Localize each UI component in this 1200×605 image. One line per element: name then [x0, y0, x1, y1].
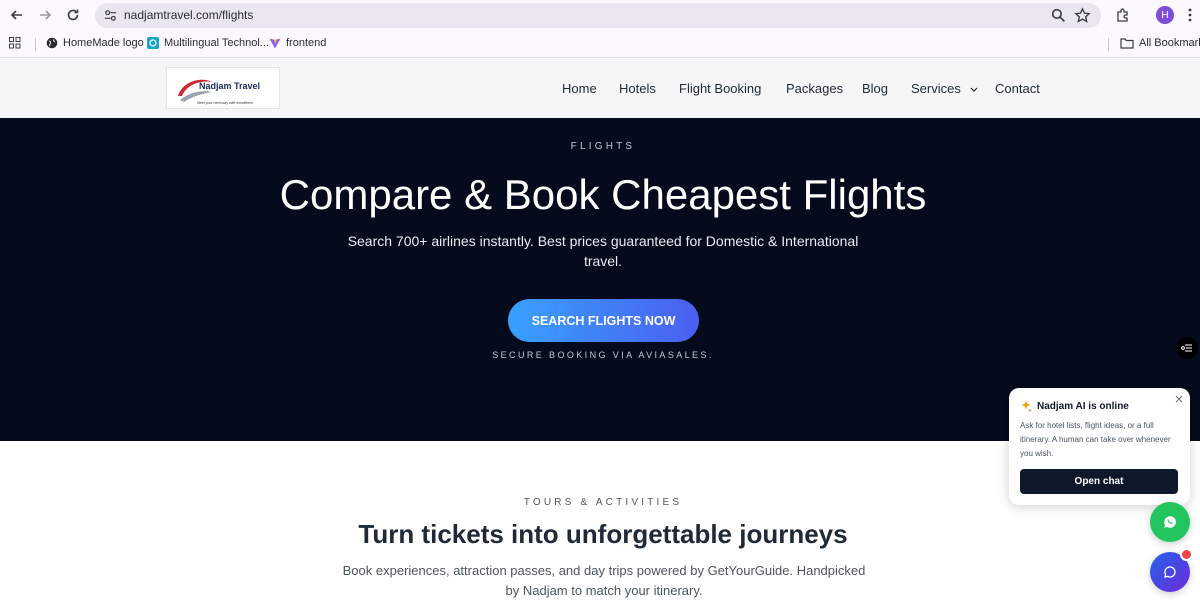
- open-chat-button[interactable]: Open chat: [1020, 469, 1178, 494]
- logo-text: Nadjam Travel: [199, 81, 261, 91]
- search-flights-button[interactable]: SEARCH FLIGHTS NOW: [508, 299, 699, 342]
- whatsapp-button[interactable]: [1150, 502, 1190, 542]
- extensions-button[interactable]: [1113, 5, 1133, 25]
- nav-home[interactable]: Home: [562, 81, 597, 96]
- apps-grid-icon: [9, 37, 21, 49]
- chat-title: Nadjam AI is online: [1037, 400, 1129, 412]
- hero-subtitle: Search 700+ airlines instantly. Best pri…: [347, 233, 859, 269]
- nav-flight-booking[interactable]: Flight Booking: [679, 81, 761, 96]
- bookmark-label: frontend: [286, 37, 327, 49]
- bookmark-homemade-logo[interactable]: HomeMade logo: [46, 37, 144, 49]
- bookmark-multilingual[interactable]: Multilingual Technol...: [147, 37, 269, 49]
- bookmarks-bar: HomeMade logo Multilingual Technol... fr…: [0, 30, 1200, 58]
- nav-contact[interactable]: Contact: [995, 81, 1040, 96]
- notification-badge: [1180, 548, 1193, 561]
- close-icon: [1175, 395, 1183, 403]
- forward-button[interactable]: [34, 4, 56, 26]
- nav-services-label: Services: [911, 81, 961, 96]
- arrow-right-icon: [40, 10, 52, 20]
- chat-header: Nadjam AI is online: [1020, 400, 1129, 412]
- site-logo[interactable]: Nadjam Travel Meet your necessity with e…: [166, 67, 280, 109]
- url-text[interactable]: nadjamtravel.com/flights: [124, 8, 253, 22]
- bookmark-separator: [1108, 38, 1109, 51]
- secure-booking-note: SECURE BOOKING VIA AVIASALES.: [492, 350, 714, 360]
- all-bookmarks-button[interactable]: All Bookmarks: [1120, 37, 1200, 49]
- profile-avatar[interactable]: H: [1156, 6, 1174, 24]
- chevron-down-icon: [971, 87, 978, 92]
- folder-icon: [1120, 38, 1134, 49]
- zoom-icon[interactable]: [1050, 7, 1067, 24]
- more-vertical-icon: [1188, 8, 1192, 22]
- bookmark-label: HomeMade logo: [63, 37, 144, 49]
- nav-hotels[interactable]: Hotels: [619, 81, 656, 96]
- logo-tagline: Meet your necessity with excellence: [197, 101, 253, 105]
- chat-popup: Nadjam AI is online Ask for hotel lists,…: [1009, 388, 1190, 505]
- back-button[interactable]: [6, 4, 28, 26]
- bookmark-frontend[interactable]: frontend: [269, 37, 326, 49]
- nav-packages[interactable]: Packages: [786, 81, 843, 96]
- globe-icon: [46, 37, 58, 49]
- bookmark-separator: [35, 38, 36, 51]
- chat-body: Ask for hotel lists, flight ideas, or a …: [1020, 421, 1171, 458]
- browser-toolbar: nadjamtravel.com/flights H: [0, 0, 1200, 30]
- nav-services[interactable]: Services: [911, 81, 978, 96]
- reload-icon: [67, 9, 79, 21]
- browser-menu-button[interactable]: [1184, 5, 1196, 25]
- arrow-left-icon: [10, 10, 22, 20]
- nav-blog[interactable]: Blog: [862, 81, 888, 96]
- whatsapp-icon: [1164, 516, 1176, 528]
- bookmark-star-icon[interactable]: [1074, 7, 1091, 24]
- tours-subtitle: Book experiences, attraction passes, and…: [342, 563, 866, 598]
- hero-title: Compare & Book Cheapest Flights: [279, 171, 927, 218]
- filter-list-icon: [1181, 344, 1192, 352]
- tours-title: Turn tickets into unforgettable journeys: [358, 519, 848, 549]
- side-panel-toggle[interactable]: [1176, 337, 1198, 359]
- site-info-icon[interactable]: [103, 8, 118, 23]
- address-bar[interactable]: nadjamtravel.com/flights: [95, 3, 1101, 28]
- hero-eyebrow: FLIGHTS: [570, 141, 636, 152]
- bookmark-label: Multilingual Technol...: [164, 37, 269, 49]
- all-bookmarks-label: All Bookmarks: [1139, 37, 1200, 49]
- puzzle-icon: [1117, 8, 1128, 22]
- site-header: Nadjam Travel Meet your necessity with e…: [0, 59, 1200, 118]
- chat-close-button[interactable]: [1173, 393, 1185, 405]
- apps-button[interactable]: [9, 37, 21, 49]
- vite-favicon-icon: [269, 38, 281, 49]
- multilingual-favicon-icon: [147, 37, 159, 49]
- chat-bubble-icon: [1164, 566, 1176, 578]
- sparkle-icon: [1021, 400, 1032, 412]
- reload-button[interactable]: [62, 4, 84, 26]
